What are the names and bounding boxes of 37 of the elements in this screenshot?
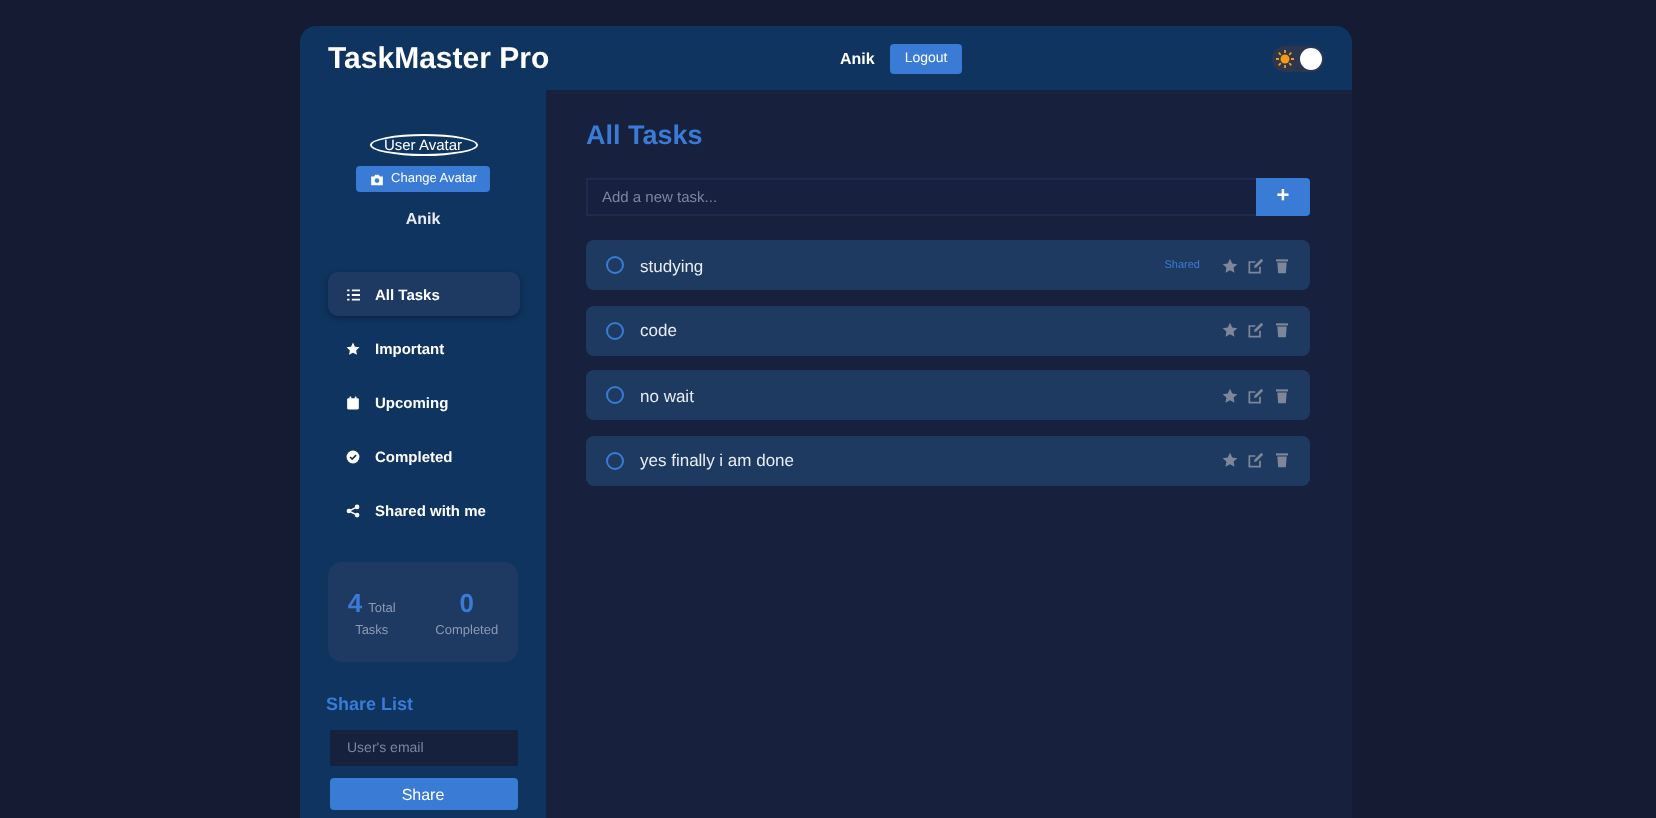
star-icon[interactable] [1222, 387, 1238, 403]
task-text: studying [640, 255, 706, 275]
trash-icon[interactable] [1274, 322, 1290, 338]
task-checkbox[interactable] [606, 386, 624, 404]
task-text: code [640, 320, 679, 340]
star-icon[interactable] [1222, 322, 1238, 338]
task-checkbox[interactable] [606, 451, 624, 469]
check-circle-icon [345, 449, 359, 463]
user-name: Anik [405, 210, 441, 228]
share-button[interactable]: Share [329, 778, 517, 810]
task-checkbox[interactable] [606, 256, 624, 274]
app-title: TaskMaster Pro [328, 41, 552, 75]
sun-icon [1276, 49, 1294, 67]
stat-value: 4 [347, 587, 363, 617]
star-icon[interactable] [1222, 452, 1238, 468]
task-text: yes finally i am done [640, 450, 797, 470]
share-icon [345, 503, 359, 517]
section-title: Share List [326, 694, 414, 714]
add-task-button[interactable]: + [1256, 177, 1310, 215]
edit-icon[interactable] [1248, 257, 1264, 273]
task-checkbox[interactable] [606, 321, 624, 339]
page-title: All Tasks [586, 120, 705, 150]
trash-icon[interactable] [1274, 452, 1290, 468]
edit-icon[interactable] [1248, 322, 1264, 338]
user-name: Anik [840, 49, 875, 67]
calendar-icon [345, 395, 359, 409]
star-icon[interactable] [1222, 257, 1238, 273]
edit-icon[interactable] [1248, 452, 1264, 468]
list-icon [345, 287, 359, 301]
stat-value: 0 [459, 587, 474, 617]
trash-icon[interactable] [1274, 387, 1290, 403]
theme-toggle[interactable] [1272, 45, 1324, 71]
task-text: no wait [640, 385, 696, 405]
edit-icon[interactable] [1248, 387, 1264, 403]
trash-icon[interactable] [1274, 257, 1290, 273]
camera-icon [369, 173, 384, 185]
star-icon [345, 341, 359, 355]
